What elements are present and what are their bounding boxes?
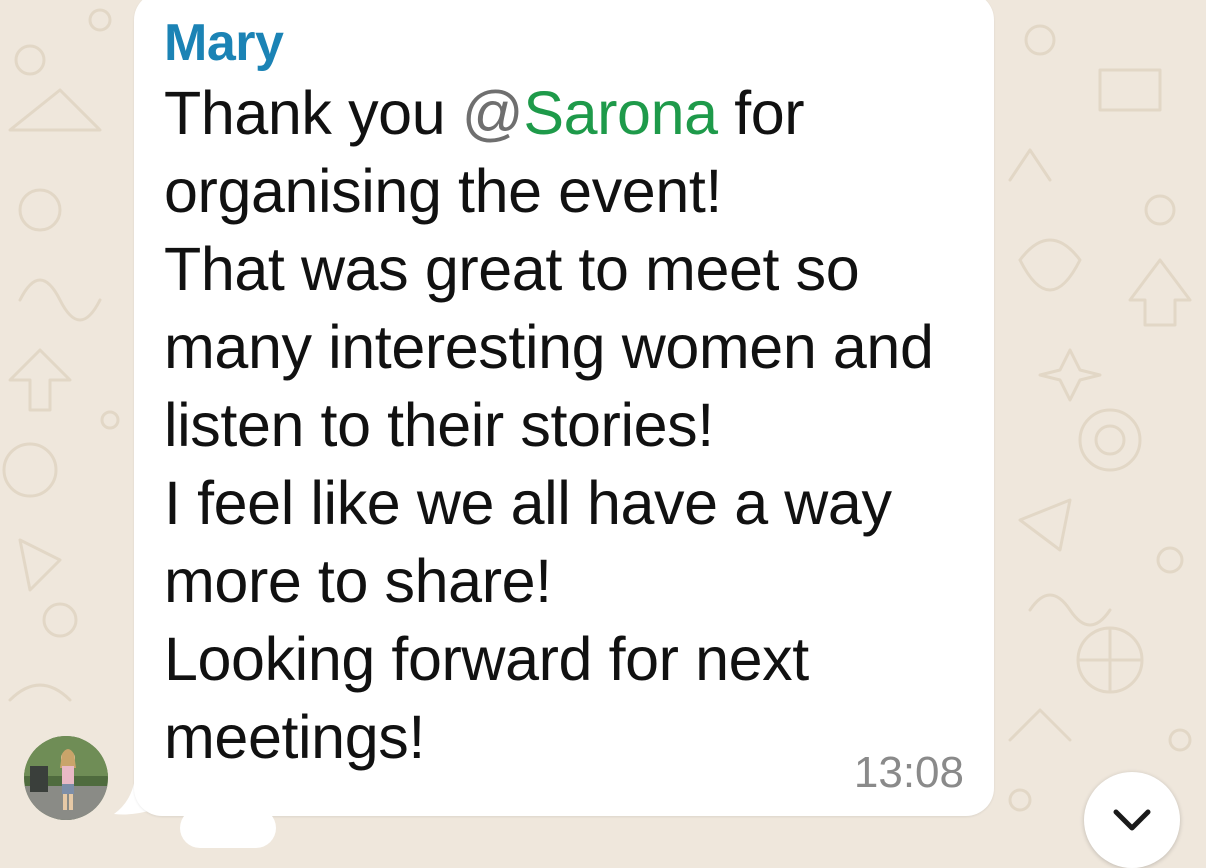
sender-name[interactable]: Mary: [164, 12, 964, 74]
message-bubble[interactable]: Mary Thank you @Sarona for organising th…: [134, 0, 994, 816]
chevron-down-icon: [1113, 809, 1151, 831]
scroll-down-button[interactable]: [1084, 772, 1180, 868]
avatar[interactable]: [24, 736, 108, 820]
next-message-bubble[interactable]: [180, 808, 276, 848]
mention-at-sign[interactable]: @: [462, 79, 524, 147]
mention-suffix: for: [717, 79, 805, 147]
message-body: organising the event! That was great to …: [164, 157, 934, 771]
message-text: Thank you @Sarona for organising the eve…: [164, 74, 964, 776]
avatar-image: [24, 736, 108, 820]
mention-prefix: Thank you: [164, 79, 462, 147]
message-timestamp: 13:08: [853, 748, 964, 797]
mention-link[interactable]: Sarona: [523, 79, 718, 147]
